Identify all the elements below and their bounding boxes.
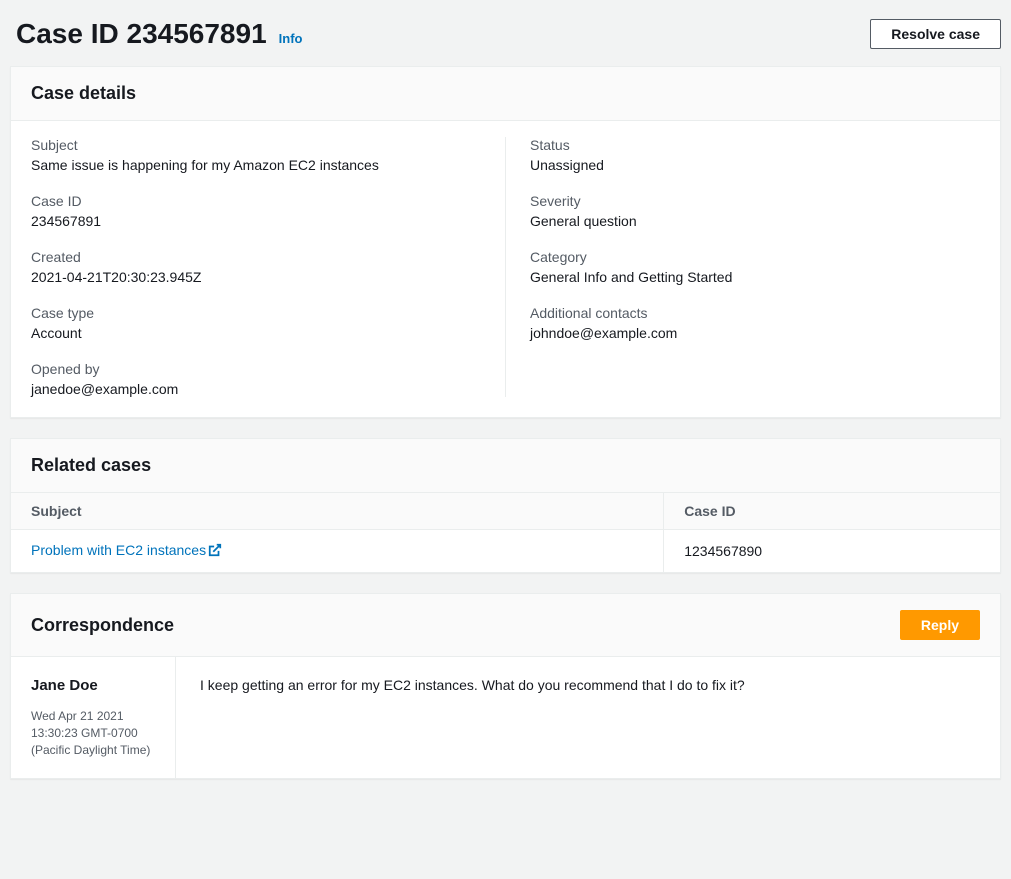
related-case-id: 1234567890 [664, 530, 1000, 573]
label-case-id: Case ID [31, 193, 481, 209]
related-cases-table: Subject Case ID Problem with EC2 instanc… [11, 493, 1000, 572]
correspondence-author: Jane Doe [31, 677, 155, 694]
label-created: Created [31, 249, 481, 265]
related-case-link[interactable]: Problem with EC2 instances [31, 542, 222, 558]
reply-button[interactable]: Reply [900, 610, 980, 640]
table-row: Problem with EC2 instances 1234567890 [11, 530, 1000, 573]
page-header: Case ID 234567891 Info Resolve case [10, 10, 1001, 66]
page-title: Case ID 234567891 [16, 18, 267, 50]
label-subject: Subject [31, 137, 481, 153]
label-opened-by: Opened by [31, 361, 481, 377]
value-case-type: Account [31, 325, 481, 341]
info-link[interactable]: Info [279, 31, 303, 46]
external-link-icon [208, 543, 222, 560]
correspondence-message: I keep getting an error for my EC2 insta… [176, 657, 1000, 778]
related-cases-panel: Related cases Subject Case ID Problem wi… [10, 438, 1001, 573]
value-created: 2021-04-21T20:30:23.945Z [31, 269, 481, 285]
value-status: Unassigned [530, 157, 980, 173]
correspondence-meta: Jane Doe Wed Apr 21 2021 13:30:23 GMT-07… [11, 657, 176, 778]
label-severity: Severity [530, 193, 980, 209]
label-case-type: Case type [31, 305, 481, 321]
correspondence-panel: Correspondence Reply Jane Doe Wed Apr 21… [10, 593, 1001, 779]
resolve-case-button[interactable]: Resolve case [870, 19, 1001, 49]
label-category: Category [530, 249, 980, 265]
col-subject[interactable]: Subject [11, 493, 664, 530]
label-additional-contacts: Additional contacts [530, 305, 980, 321]
col-case-id[interactable]: Case ID [664, 493, 1000, 530]
correspondence-time-line3: (Pacific Daylight Time) [31, 742, 155, 759]
value-case-id: 234567891 [31, 213, 481, 229]
case-details-panel: Case details Subject Same issue is happe… [10, 66, 1001, 418]
related-cases-heading: Related cases [31, 455, 151, 476]
value-opened-by: janedoe@example.com [31, 381, 481, 397]
value-subject: Same issue is happening for my Amazon EC… [31, 157, 481, 173]
label-status: Status [530, 137, 980, 153]
value-severity: General question [530, 213, 980, 229]
correspondence-time-line2: 13:30:23 GMT-0700 [31, 725, 155, 742]
correspondence-heading: Correspondence [31, 615, 174, 636]
related-case-subject: Problem with EC2 instances [31, 542, 206, 558]
value-category: General Info and Getting Started [530, 269, 980, 285]
correspondence-time-line1: Wed Apr 21 2021 [31, 708, 155, 725]
case-details-heading: Case details [31, 83, 136, 104]
value-additional-contacts: johndoe@example.com [530, 325, 980, 341]
